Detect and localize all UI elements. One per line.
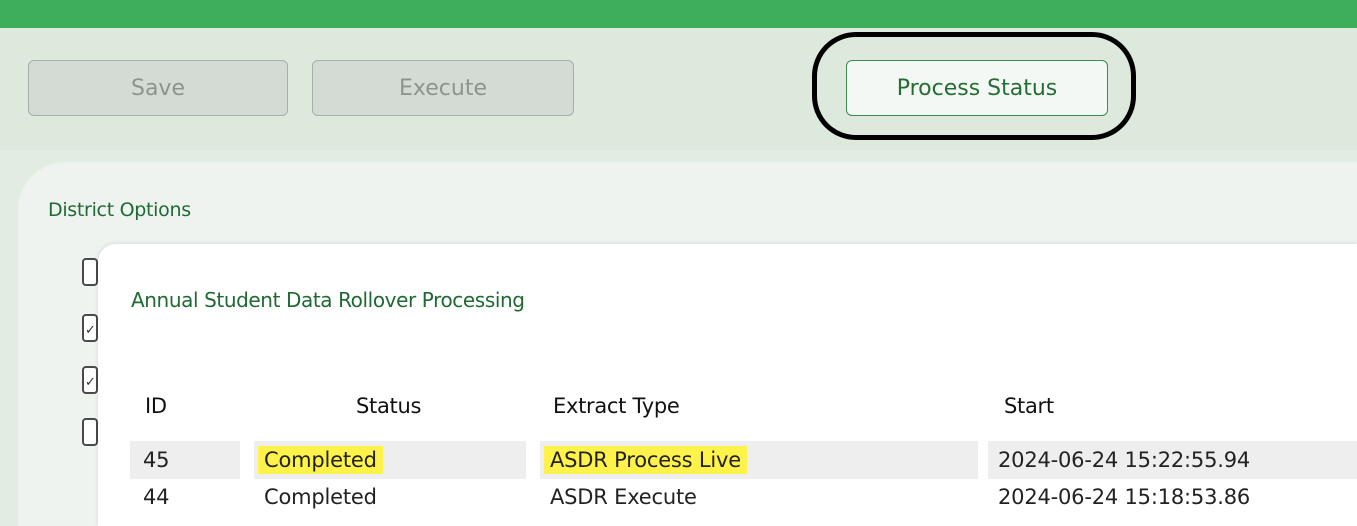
table-row[interactable]: 45 Completed ASDR Process Live 2024-06-2… <box>130 441 1357 479</box>
checkmark-icon: ✓ <box>85 322 96 337</box>
option-checkbox-4[interactable] <box>82 418 98 446</box>
highlighted-status: Completed <box>258 446 383 474</box>
column-header-start: Start <box>1004 394 1054 418</box>
cell-status: Completed <box>264 485 377 509</box>
top-accent-bar <box>0 0 1357 28</box>
cell-start: 2024-06-24 15:18:53.86 <box>998 485 1251 509</box>
dialog-title: Annual Student Data Rollover Processing <box>131 288 525 312</box>
cell-extract-type: ASDR Execute <box>550 485 697 509</box>
highlighted-extract-type: ASDR Process Live <box>544 446 747 474</box>
column-header-id: ID <box>145 394 167 418</box>
option-checkbox-3[interactable]: ✓ <box>82 366 98 394</box>
checkmark-icon: ✓ <box>85 374 96 389</box>
table-row[interactable]: 44 Completed ASDR Execute 2024-06-24 15:… <box>130 478 1357 516</box>
annotation-circle <box>812 32 1136 140</box>
cell-id: 45 <box>130 441 240 479</box>
column-header-status: Status <box>356 394 422 418</box>
cell-extract-type: ASDR Process Live <box>540 441 978 479</box>
cell-status: Completed <box>254 441 526 479</box>
cell-start: 2024-06-24 15:22:55.94 <box>988 441 1357 479</box>
district-options-title: District Options <box>48 199 191 221</box>
column-header-extract-type: Extract Type <box>553 394 680 418</box>
cell-id: 44 <box>143 485 170 509</box>
save-button[interactable]: Save <box>28 60 288 116</box>
option-checkbox-1[interactable] <box>82 258 98 286</box>
toolbar: Save Execute Process Status <box>0 28 1357 150</box>
option-checkbox-2[interactable]: ✓ <box>82 314 98 342</box>
execute-button[interactable]: Execute <box>312 60 574 116</box>
